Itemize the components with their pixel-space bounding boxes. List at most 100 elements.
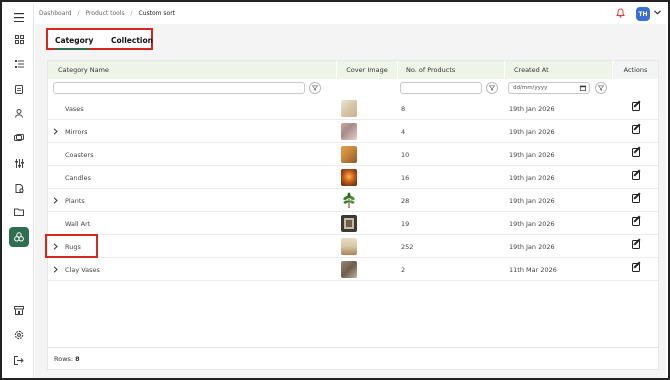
top-header: Dashboard / Product tools / Custom sort … — [34, 4, 666, 24]
sliders-icon[interactable] — [9, 153, 29, 173]
wall-art-image — [341, 215, 357, 232]
category-name: Candles — [65, 173, 91, 182]
app-window: Dashboard / Product tools / Custom sort … — [0, 0, 670, 380]
table-row[interactable]: Coasters 10 19th Jan 2026 — [48, 143, 658, 166]
table-header: Category Name Cover Image No. of Product… — [48, 61, 658, 79]
created-date: 11th Mar 2026 — [509, 265, 557, 274]
created-date: 19th Jan 2026 — [509, 219, 555, 228]
mirrors-image — [341, 123, 357, 140]
category-name: Clay Vases — [65, 265, 100, 274]
breadcrumb-dashboard[interactable]: Dashboard — [39, 10, 72, 17]
edit-icon[interactable] — [632, 148, 640, 157]
breadcrumb-product-tools[interactable]: Product tools — [85, 10, 124, 17]
product-count: 2 — [401, 265, 406, 274]
created-date: 19th Jan 2026 — [509, 173, 555, 182]
edit-icon[interactable] — [632, 102, 640, 111]
list-icon[interactable] — [9, 54, 29, 74]
breadcrumb-separator: / — [130, 10, 133, 17]
edit-icon[interactable] — [632, 194, 640, 203]
logout-icon[interactable] — [9, 350, 29, 370]
bell-icon[interactable] — [615, 8, 626, 20]
settings-icon[interactable] — [9, 325, 29, 345]
products-filter-input[interactable] — [400, 82, 482, 94]
breadcrumb-custom-sort: Custom sort — [138, 10, 176, 17]
edit-icon[interactable] — [632, 125, 640, 134]
column-header-cover-image[interactable]: Cover Image — [337, 61, 397, 79]
hamburger-icon[interactable] — [9, 7, 29, 27]
column-header-created-at[interactable]: Created At — [505, 61, 612, 79]
created-date: 19th Jan 2026 — [509, 104, 555, 113]
filter-row: dd/mm/yyyy — [48, 80, 658, 96]
table-row[interactable]: Wall Art 19 19th Jan 2026 — [48, 212, 658, 235]
folder-icon[interactable] — [9, 202, 29, 222]
main-content: Category Collection Category Name Cover … — [35, 24, 666, 378]
tags-icon[interactable] — [9, 128, 29, 148]
created-date: 19th Jan 2026 — [509, 196, 555, 205]
filter-icon[interactable] — [486, 82, 498, 94]
table-row[interactable]: Mirrors 4 19th Jan 2026 — [48, 120, 658, 143]
tab-collection[interactable]: Collection — [111, 36, 153, 45]
breadcrumb-separator: / — [77, 10, 80, 17]
table-footer: Rows: 8 — [48, 347, 658, 369]
created-date: 19th Jan 2026 — [509, 150, 555, 159]
table-row[interactable]: Plants 28 19th Jan 2026 — [48, 189, 658, 212]
category-name: Mirrors — [65, 127, 88, 136]
clay-vases-image — [341, 261, 357, 278]
product-count: 252 — [401, 242, 414, 251]
filter-icon[interactable] — [595, 82, 607, 94]
breadcrumb: Dashboard / Product tools / Custom sort — [39, 10, 179, 17]
rows-count: Rows: 8 — [54, 355, 80, 363]
edit-icon[interactable] — [632, 240, 640, 249]
store-icon[interactable] — [9, 300, 29, 320]
coasters-image — [341, 146, 357, 163]
product-count: 28 — [401, 196, 410, 205]
table-row[interactable]: Clay Vases 2 11th Mar 2026 — [48, 258, 658, 281]
product-count: 10 — [401, 150, 410, 159]
dashboard-icon[interactable] — [9, 29, 29, 49]
edit-icon[interactable] — [632, 217, 640, 226]
chevron-right-icon[interactable] — [53, 189, 58, 212]
category-name: Vases — [65, 104, 84, 113]
candles-image — [341, 169, 357, 186]
column-header-actions: Actions — [613, 61, 658, 79]
category-name: Wall Art — [65, 219, 91, 228]
column-header-products[interactable]: No. of Products — [398, 61, 504, 79]
table-row[interactable]: Candles 16 19th Jan 2026 — [48, 166, 658, 189]
created-at-date-filter[interactable]: dd/mm/yyyy — [508, 82, 590, 94]
product-count: 19 — [401, 219, 410, 228]
plants-image — [341, 192, 357, 209]
document-icon[interactable] — [9, 79, 29, 99]
category-name: Coasters — [65, 150, 94, 159]
category-name: Plants — [65, 196, 85, 205]
created-date: 19th Jan 2026 — [509, 242, 555, 251]
table-row[interactable]: Rugs 252 19th Jan 2026 — [48, 235, 658, 258]
tabs: Category Collection — [46, 28, 153, 50]
calendar-icon[interactable] — [580, 85, 586, 93]
filter-icon[interactable] — [309, 82, 321, 94]
product-tools-icon[interactable] — [9, 227, 29, 247]
vases-image — [341, 100, 357, 117]
chevron-right-icon[interactable] — [53, 120, 58, 143]
category-name-filter-input[interactable] — [53, 82, 305, 94]
file-icon[interactable] — [9, 178, 29, 198]
column-header-category-name[interactable]: Category Name — [48, 61, 336, 79]
avatar[interactable]: TH — [636, 7, 650, 21]
tab-category[interactable]: Category — [55, 36, 93, 45]
edit-icon[interactable] — [632, 171, 640, 180]
edit-icon[interactable] — [632, 263, 640, 272]
rugs-image — [341, 238, 357, 255]
product-count: 4 — [401, 127, 406, 136]
product-count: 8 — [401, 104, 406, 113]
chevron-down-icon[interactable] — [654, 9, 661, 17]
product-count: 16 — [401, 173, 410, 182]
sidebar — [4, 4, 34, 378]
rugs-row-highlight — [45, 234, 98, 258]
created-date: 19th Jan 2026 — [509, 127, 555, 136]
user-icon[interactable] — [9, 103, 29, 123]
date-placeholder: dd/mm/yyyy — [513, 85, 548, 91]
table-row[interactable]: Vases 8 19th Jan 2026 — [48, 97, 658, 120]
chevron-right-icon[interactable] — [53, 258, 58, 281]
active-tab-indicator — [55, 48, 89, 50]
category-table: Category Name Cover Image No. of Product… — [47, 60, 659, 370]
rows-label: Rows: — [54, 355, 74, 363]
